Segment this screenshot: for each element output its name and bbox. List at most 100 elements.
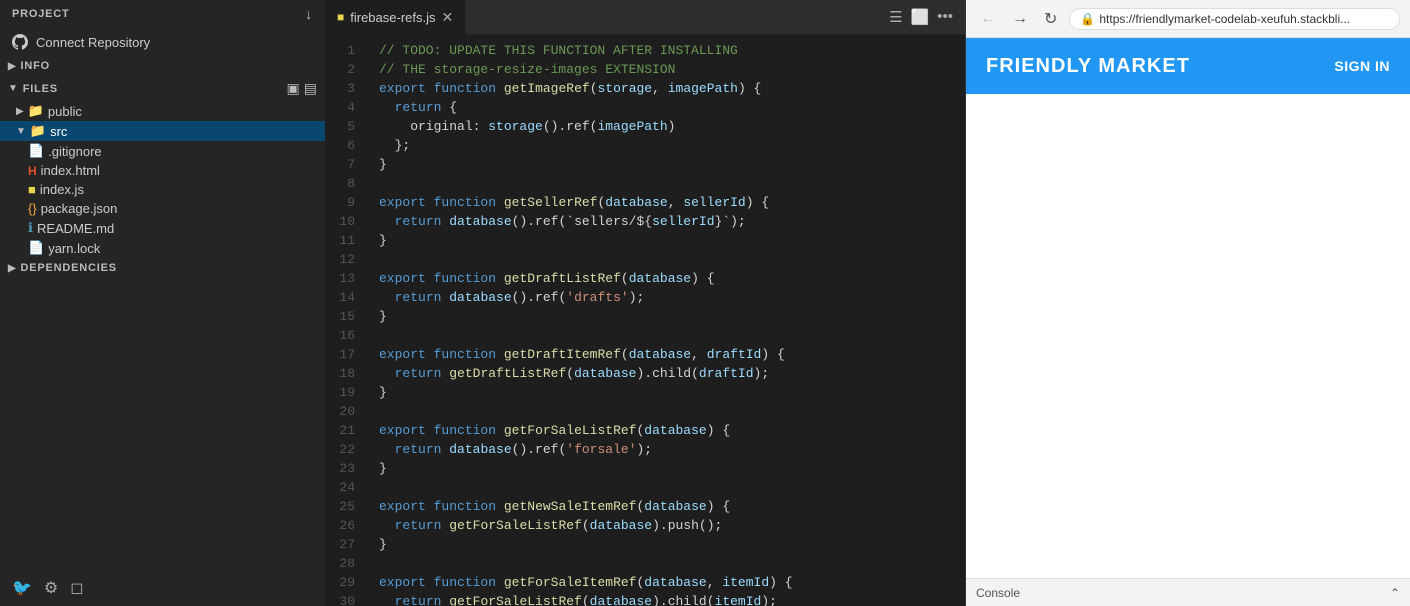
editor-tab[interactable]: ■ firebase-refs.js ✕ [325,0,466,35]
sign-in-button[interactable]: SIGN IN [1334,58,1390,74]
tree-item-label: yarn.lock [48,241,100,256]
lock-icon: 🔒 [1080,12,1095,26]
list-view-icon[interactable]: ☰ [889,8,902,26]
code-line [379,250,953,269]
app-title: FRIENDLY MARKET [986,55,1190,78]
folder-icon: 📁 [30,123,46,139]
info-chevron-icon: ▶ [8,61,17,72]
tab-bar: ■ firebase-refs.js ✕ ☰ ⬜ ••• [325,0,965,35]
tree-item-src[interactable]: ▼ 📁 src [0,121,325,141]
code-line [379,554,953,573]
tab-right-actions: ☰ ⬜ ••• [877,8,965,26]
code-line: return getForSaleListRef(database).push(… [379,516,953,535]
code-line [379,478,953,497]
files-chevron-icon: ▼ [8,83,19,94]
line-numbers: 1234567891011121314151617181920212223242… [325,35,367,606]
code-line: return getForSaleListRef(database).child… [379,592,953,606]
tree-item-label: public [48,104,82,119]
code-line: } [379,307,953,326]
more-options-icon[interactable]: ••• [937,8,953,26]
code-line: export function getNewSaleItemRef(databa… [379,497,953,516]
code-line: return database().ref(`sellers/${sellerI… [379,212,953,231]
url-text: https://friendlymarket-codelab-xeufuh.st… [1099,12,1350,26]
share-icon[interactable]: ◻ [70,578,83,598]
tree-item-public[interactable]: ▶ 📁 public [0,101,325,121]
folder-icon: 📁 [28,103,44,119]
tree-item-index-js[interactable]: ■ index.js [0,180,325,199]
download-icon[interactable]: ↓ [305,6,313,22]
code-line: } [379,535,953,554]
code-editor: 1234567891011121314151617181920212223242… [325,35,965,606]
browser-content: FRIENDLY MARKET SIGN IN [966,38,1410,578]
code-line [379,174,953,193]
connect-repo-button[interactable]: Connect Repository [0,28,325,56]
js-icon: ■ [28,182,36,197]
expand-console-icon[interactable]: ⌃ [1390,586,1400,600]
code-line: export function getForSaleItemRef(databa… [379,573,953,592]
files-section-header: ▼ FILES ▣ ▤ [0,76,325,101]
chevron-right-icon: ▶ [16,106,24,117]
editor-area: ■ firebase-refs.js ✕ ☰ ⬜ ••• 12345678910… [325,0,965,606]
new-file-icon[interactable]: ▣ [287,80,300,97]
info-section[interactable]: ▶ INFO [0,56,325,76]
code-line: } [379,231,953,250]
code-line: return database().ref('drafts'); [379,288,953,307]
sidebar-bottom-icons: 🐦 ⚙ ◻ [0,570,325,606]
code-line: original: storage().ref(imagePath) [379,117,953,136]
tree-item-readme[interactable]: ℹ README.md [0,218,325,238]
tab-close-button[interactable]: ✕ [442,9,454,26]
browser-panel: ← → ↻ 🔒 https://friendlymarket-codelab-x… [965,0,1410,606]
file-icon: 📄 [28,143,44,159]
tree-item-label: src [50,124,67,139]
files-section-label[interactable]: ▼ FILES [8,83,58,95]
github-bottom-icon[interactable]: ⚙ [44,578,58,598]
code-content[interactable]: // TODO: UPDATE THIS FUNCTION AFTER INST… [367,35,965,606]
tree-item-label: index.js [40,182,84,197]
tab-js-icon: ■ [337,10,344,24]
forward-button[interactable]: → [1008,8,1032,30]
tree-item-package-json[interactable]: {} package.json [0,199,325,218]
twitter-icon[interactable]: 🐦 [12,578,32,598]
tree-item-label: .gitignore [48,144,101,159]
code-line: return { [379,98,953,117]
code-line: // TODO: UPDATE THIS FUNCTION AFTER INST… [379,41,953,60]
code-line: } [379,459,953,478]
connect-repo-label: Connect Repository [36,35,150,50]
tree-item-label: package.json [41,201,118,216]
code-line: export function getForSaleListRef(databa… [379,421,953,440]
json-icon: {} [28,201,37,216]
console-bar: Console ⌃ [966,578,1410,606]
github-icon [12,34,28,50]
code-line: export function getImageRef(storage, ima… [379,79,953,98]
code-line: export function getSellerRef(database, s… [379,193,953,212]
project-label: PROJECT [12,8,70,20]
app-header: FRIENDLY MARKET SIGN IN [966,38,1410,94]
code-line: return database().ref('forsale'); [379,440,953,459]
tab-label: firebase-refs.js [350,10,435,25]
tree-item-label: index.html [41,163,100,178]
code-line: } [379,155,953,174]
dep-chevron-icon: ▶ [8,263,17,274]
dependencies-section[interactable]: ▶ DEPENDENCIES [0,258,325,278]
code-line: export function getDraftItemRef(database… [379,345,953,364]
code-line: return getDraftListRef(database).child(d… [379,364,953,383]
tree-item-label: README.md [37,221,114,236]
html-icon: H [28,164,37,178]
tree-item-yarn-lock[interactable]: 📄 yarn.lock [0,238,325,258]
split-editor-icon[interactable]: ⬜ [911,8,930,26]
sidebar: PROJECT ↓ Connect Repository ▶ INFO ▼ FI… [0,0,325,606]
file-icon: 📄 [28,240,44,256]
code-line: // THE storage-resize-images EXTENSION [379,60,953,79]
new-folder-icon[interactable]: ▤ [304,80,317,97]
console-label: Console [976,586,1020,600]
reload-button[interactable]: ↻ [1040,7,1061,31]
info-icon: ℹ [28,220,33,236]
files-actions: ▣ ▤ [287,80,317,97]
tree-item-gitignore[interactable]: 📄 .gitignore [0,141,325,161]
sidebar-header: PROJECT ↓ [0,0,325,28]
address-bar[interactable]: 🔒 https://friendlymarket-codelab-xeufuh.… [1069,8,1400,30]
tree-item-index-html[interactable]: H index.html [0,161,325,180]
code-line: export function getDraftListRef(database… [379,269,953,288]
code-line: }; [379,136,953,155]
back-button[interactable]: ← [976,8,1000,30]
